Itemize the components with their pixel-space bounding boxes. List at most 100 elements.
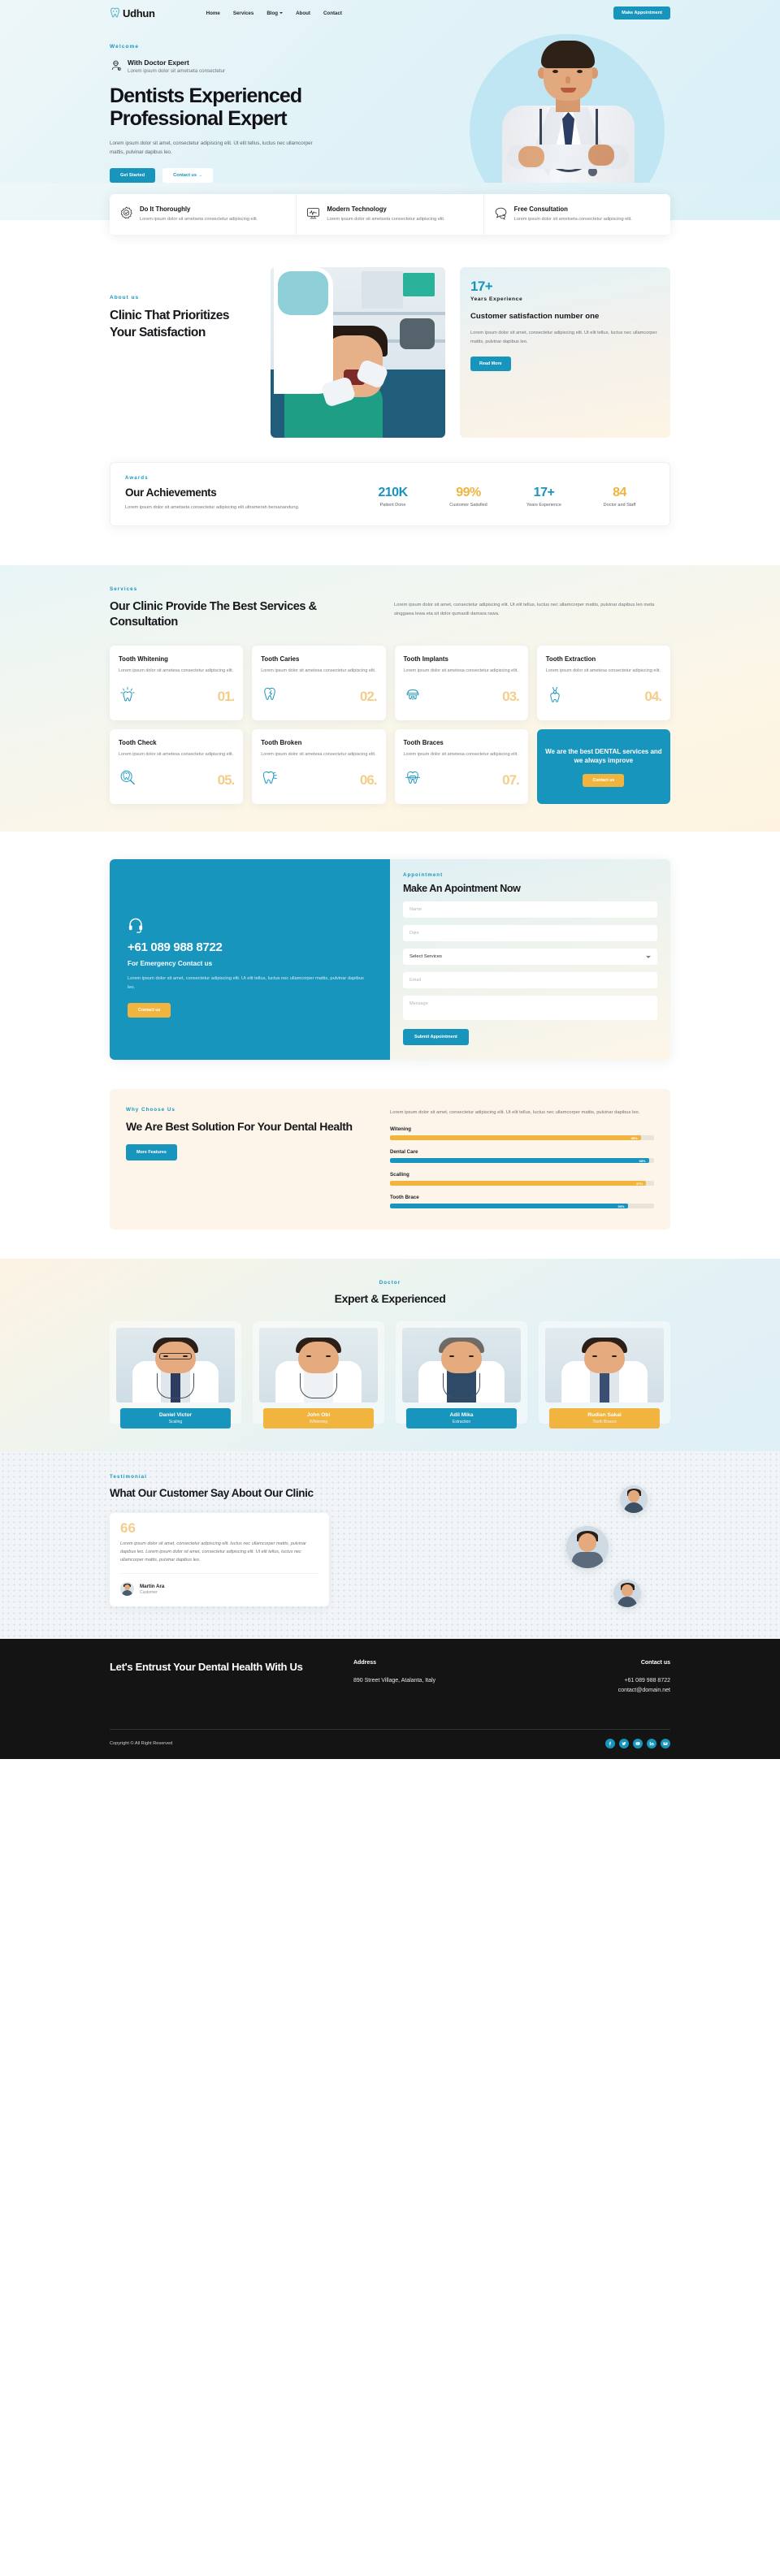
email-input[interactable] — [403, 972, 657, 989]
avatar[interactable] — [566, 1526, 609, 1569]
doctor-name: Rudian Sakai — [587, 1412, 622, 1419]
feature-card[interactable]: Modern Technology Lorem ipsum dolor sit … — [296, 193, 483, 236]
stat-label: Patient Done — [379, 503, 406, 508]
brand-name: Udhun — [123, 6, 155, 19]
avatar[interactable] — [620, 1485, 648, 1514]
service-number: 07. — [502, 772, 520, 788]
skill-percent: 98% — [639, 1158, 646, 1163]
get-started-button[interactable]: Get Started — [110, 167, 156, 183]
service-card[interactable]: Tooth Broken Lorem ipsum dolor sit amete… — [252, 729, 386, 805]
message-textarea[interactable] — [403, 996, 657, 1021]
submit-appointment-button[interactable]: Submit Appointment — [403, 1029, 469, 1046]
feature-card[interactable]: Do It Thoroughly Lorem ipsum dolor sit a… — [110, 194, 296, 236]
service-card[interactable]: Tooth Check Lorem ipsum dolor sit ametes… — [110, 729, 244, 805]
skill-bar: Scalling 97% — [390, 1172, 654, 1186]
nav-item-about[interactable]: About — [296, 11, 310, 16]
stat-item: 84 Doctor and Staff — [584, 486, 655, 508]
service-card[interactable]: Tooth Caries Lorem ipsum dolor sit amete… — [252, 646, 386, 721]
footer-address-col: Address 890 Street Village, Atalanta, It… — [353, 1660, 500, 1686]
site-footer: Let's Entrust Your Dental Health With Us… — [0, 1639, 780, 1759]
feature-card[interactable]: Free Consultation Lorem ipsum dolor sit … — [483, 193, 670, 236]
email-icon[interactable] — [661, 1738, 670, 1748]
why-copy: Why Choose Us We Are Best Solution For Y… — [126, 1107, 374, 1208]
nav-item-blog[interactable]: Blog — [266, 11, 284, 16]
service-title: Tooth Whitening — [119, 655, 168, 663]
achievements-section: Awards Our Achievements Lorem ipsum dolo… — [110, 462, 670, 564]
doctor-role: Whitening — [309, 1420, 328, 1425]
service-card[interactable]: Tooth Implants Lorem ipsum dolor sit ame… — [394, 646, 528, 721]
doctor-card[interactable]: John Obi Whitening — [253, 1321, 384, 1429]
hero-doctor-badge: With Doctor Expert Lorem ipsum dolor sit… — [110, 58, 353, 74]
services-select[interactable]: Select Services — [403, 949, 657, 966]
feature-text: Lorem ipsum dolor sit ametseta consectet… — [514, 216, 632, 222]
facebook-icon[interactable] — [605, 1738, 615, 1748]
nav-item-services[interactable]: Services — [233, 11, 254, 16]
appointment-contact-button[interactable]: Contact us — [128, 1002, 171, 1018]
skill-bar: Witening 95% — [390, 1126, 654, 1141]
stat-number: 210K — [378, 486, 408, 500]
doctors-section: Doctor Expert & Experienced Daniel Victo… — [0, 1259, 780, 1452]
about-stat-card: 17+ Years Experience Customer satisfacti… — [460, 267, 670, 439]
footer-email[interactable]: contact@domain.net — [524, 1686, 670, 1696]
read-more-button[interactable]: Read More — [470, 356, 511, 371]
about-photo — [271, 267, 445, 439]
service-card[interactable]: Tooth Whitening Lorem ipsum dolor sit am… — [110, 646, 244, 721]
more-features-button[interactable]: More Features — [126, 1144, 177, 1161]
service-title: Tooth Braces — [403, 739, 444, 747]
achievements-text: Lorem ipsum dolor sit ametseta consectet… — [125, 505, 300, 511]
stat-number: 17+ — [533, 486, 555, 500]
hero-copy: Welcome With Doctor Expert Lorem ipsum d… — [110, 44, 353, 183]
name-input[interactable] — [403, 901, 657, 918]
doctor-card[interactable]: Adil Mika Extraction — [396, 1321, 527, 1429]
doctor-card[interactable]: Rudian Sakai Tooth Braces — [539, 1321, 670, 1429]
service-number: 05. — [217, 772, 236, 788]
nav-item-contact[interactable]: Contact — [323, 11, 342, 16]
tooth-braces-icon — [404, 769, 422, 787]
footer-phone[interactable]: +61 089 988 8722 — [524, 1676, 670, 1686]
skill-label: Scalling — [390, 1172, 410, 1178]
service-card[interactable]: Tooth Extraction Lorem ipsum dolor sit a… — [536, 646, 670, 721]
service-text: Lorem ipsum dolor sit ametesa consectetu… — [545, 668, 661, 674]
testimonial-card: 66 Lorem ipsum dolor sit amet, consectet… — [110, 1513, 329, 1607]
nav-item-home[interactable]: Home — [206, 11, 220, 16]
tooth-implant-icon — [404, 685, 422, 703]
appointment-phone: +61 089 988 8722 — [128, 940, 223, 954]
skill-track: 97% — [390, 1181, 654, 1186]
youtube-icon[interactable] — [633, 1738, 643, 1748]
linkedin-icon[interactable] — [647, 1738, 656, 1748]
twitter-icon[interactable] — [619, 1738, 629, 1748]
date-input[interactable] — [403, 925, 657, 942]
testimonial-name: Martin Ara — [140, 1583, 165, 1589]
doctor-name: Daniel Victor — [158, 1412, 193, 1419]
hero-doctor-image — [462, 34, 677, 183]
service-title: Tooth Broken — [261, 739, 302, 747]
avatar[interactable] — [613, 1580, 641, 1608]
doctor-name: John Obi — [306, 1412, 331, 1419]
brand-logo[interactable]: Udhun — [110, 7, 155, 19]
footer-contact-title: Contact us — [640, 1660, 670, 1666]
contact-us-button[interactable]: Contact us → — [162, 167, 214, 183]
why-text: Lorem ipsum dolor sit amet, consectetur … — [390, 1110, 640, 1116]
stat-label: Years Experience — [526, 503, 561, 508]
footer-contact-col: Contact us +61 089 988 8722 contact@doma… — [524, 1660, 670, 1696]
skill-bar: Tooth Brace 90% — [390, 1195, 654, 1209]
tooth-shine-icon — [119, 685, 136, 703]
hero-heading-line1: Dentists Experienced — [110, 84, 302, 107]
doctor-tag: John Obi Whitening — [262, 1408, 375, 1429]
main-navbar: Udhun Home Services Blog About Contact M… — [110, 0, 670, 23]
service-card[interactable]: Tooth Braces Lorem ipsum dolor sit amete… — [394, 729, 528, 805]
stat-label: Doctor and Staff — [603, 503, 636, 508]
feature-title: Modern Technology — [327, 205, 387, 213]
services-contact-button[interactable]: Contact us — [583, 773, 625, 787]
doctor-card[interactable]: Daniel Victor Scaling — [110, 1321, 241, 1429]
make-appointment-button[interactable]: Make Appointment — [613, 6, 670, 19]
services-text: Lorem ipsum dolor sit amet, consectetur … — [394, 602, 655, 616]
footer-heading: Let's Entrust Your Dental Health With Us — [110, 1661, 303, 1674]
feature-title: Do It Thoroughly — [140, 205, 191, 213]
feature-text: Lorem ipsum dolor sit ametseta consectet… — [140, 216, 258, 222]
service-text: Lorem ipsum dolor sit ametesa consectetu… — [261, 752, 376, 758]
doctor-role: Extraction — [452, 1420, 471, 1425]
achievements-stats: 210K Patient Done 99% Customer Satisfied… — [358, 476, 655, 508]
appointment-text: Lorem ipsum dolor sit amet, consectetur … — [128, 975, 364, 990]
service-title: Tooth Caries — [261, 655, 300, 663]
